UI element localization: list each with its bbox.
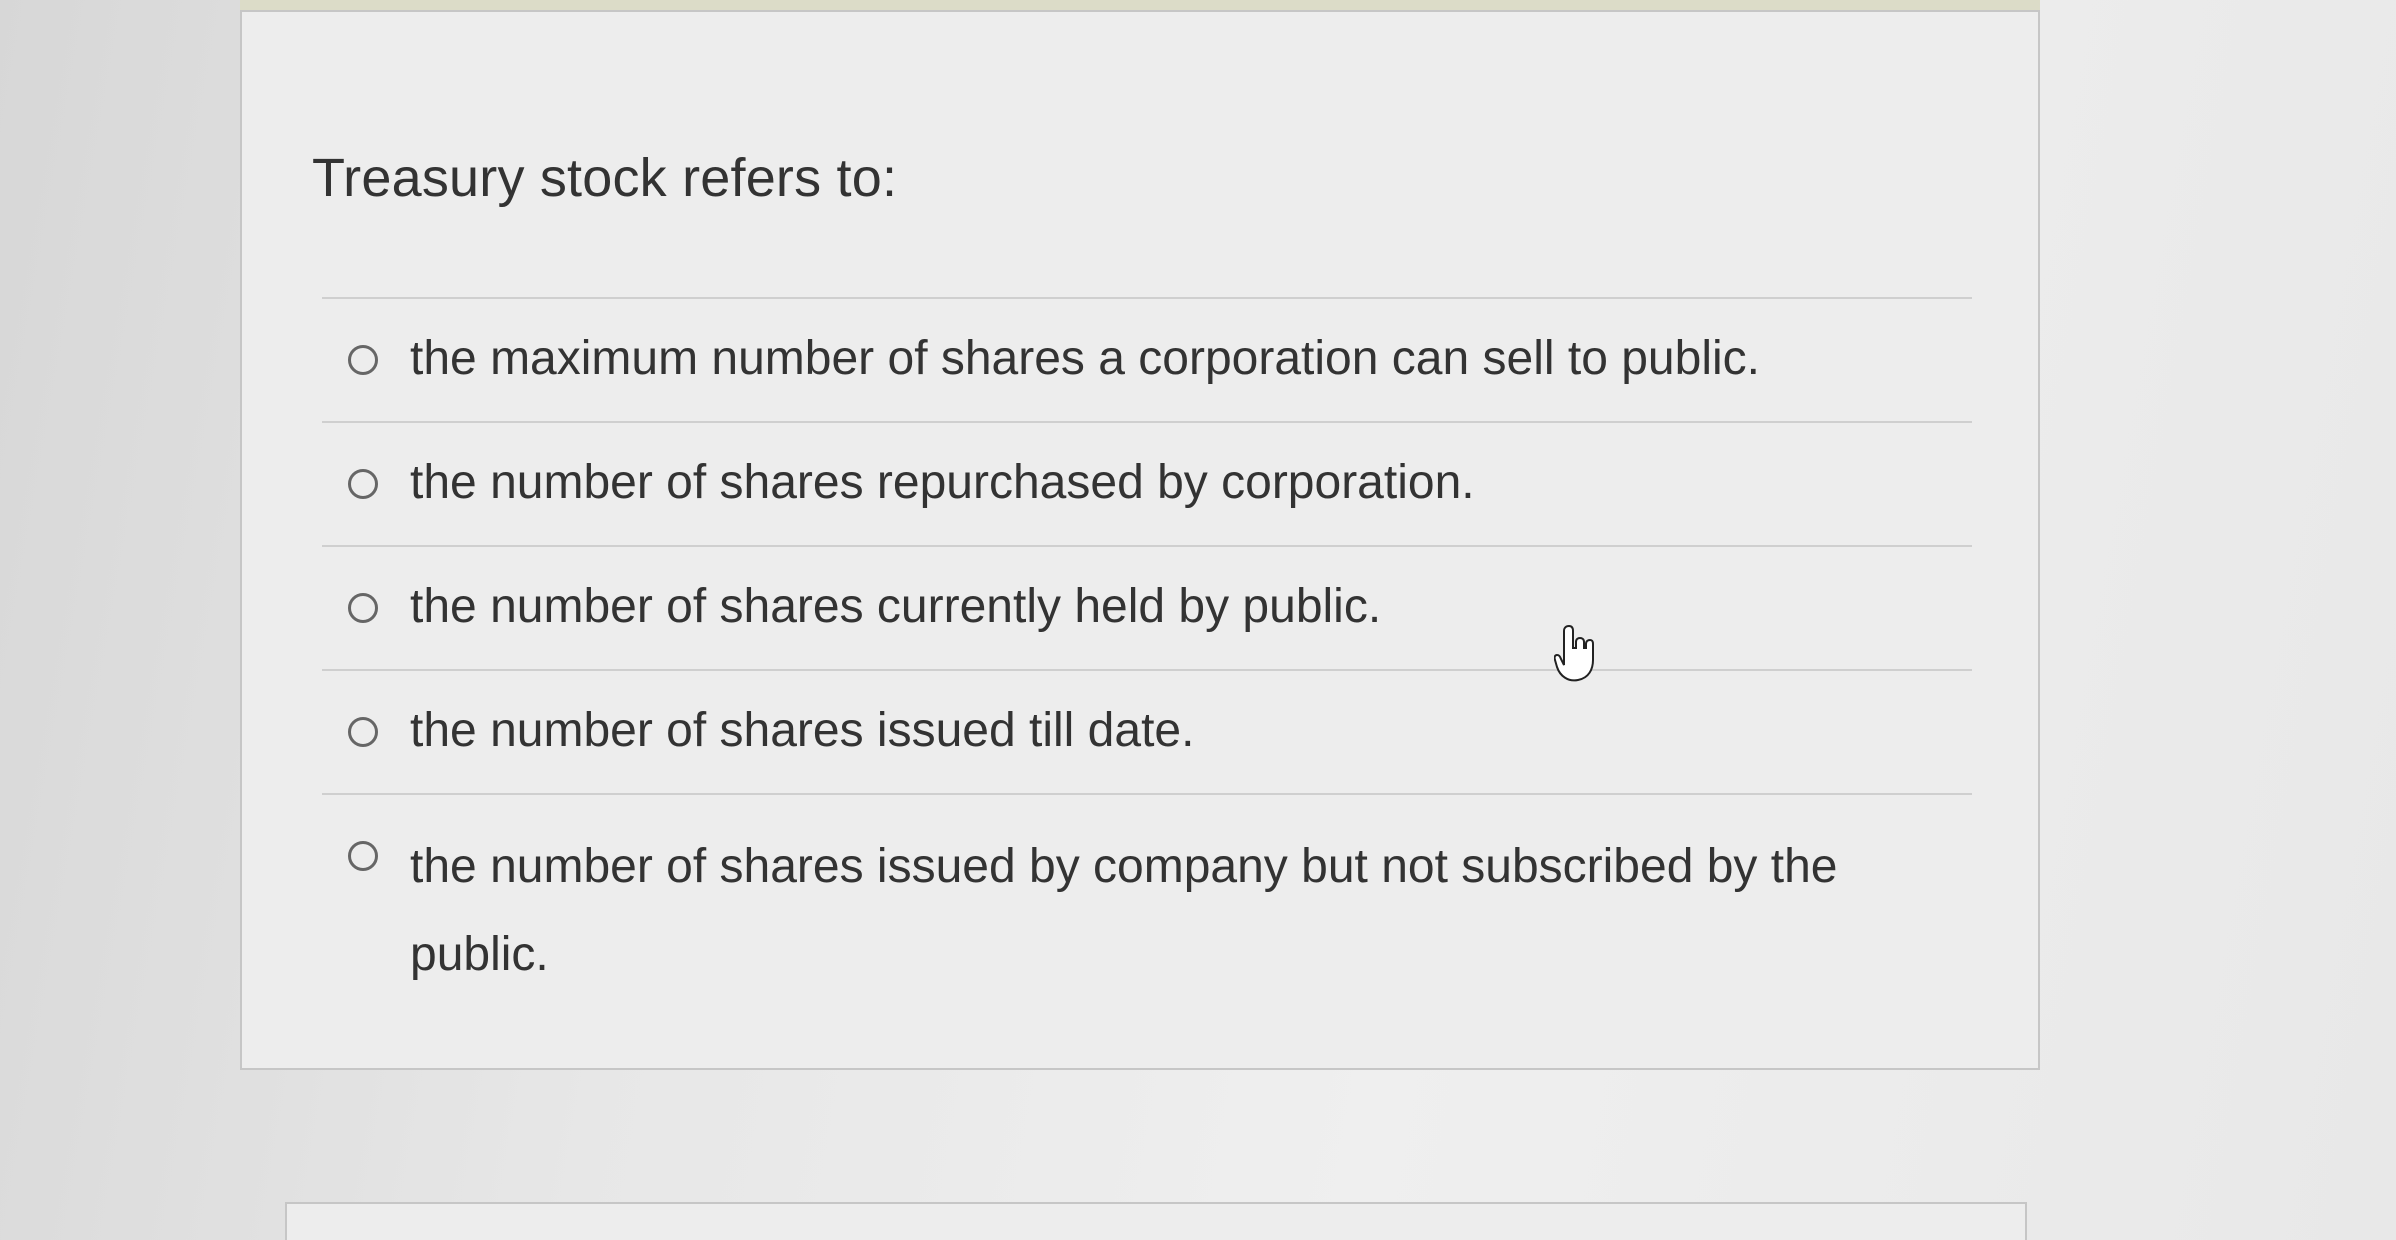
answer-list: the maximum number of shares a corporati…	[322, 297, 1972, 993]
question-prompt: Treasury stock refers to:	[312, 148, 898, 208]
answer-label: the number of shares issued by company b…	[410, 840, 1838, 981]
answer-option-5[interactable]: the number of shares issued by company b…	[322, 793, 1972, 993]
radio-button-icon[interactable]	[348, 717, 378, 747]
radio-button-icon[interactable]	[348, 469, 378, 499]
answer-label: the number of shares currently held by p…	[410, 580, 1382, 633]
radio-button-icon[interactable]	[348, 593, 378, 623]
radio-button-icon[interactable]	[348, 345, 378, 375]
answer-option-2[interactable]: the number of shares repurchased by corp…	[322, 421, 1972, 545]
next-question-card	[285, 1202, 2027, 1240]
answer-option-1[interactable]: the maximum number of shares a corporati…	[322, 297, 1972, 421]
radio-button-icon[interactable]	[348, 841, 378, 871]
question-card: Treasury stock refers to: the maximum nu…	[240, 10, 2040, 1070]
screen: Treasury stock refers to: the maximum nu…	[0, 0, 2396, 1240]
answer-label: the maximum number of shares a corporati…	[410, 332, 1760, 385]
answer-option-4[interactable]: the number of shares issued till date.	[322, 669, 1972, 793]
answer-label: the number of shares issued till date.	[410, 704, 1195, 757]
answer-option-3[interactable]: the number of shares currently held by p…	[322, 545, 1972, 669]
hand-pointer-icon	[1554, 624, 1594, 682]
answer-label: the number of shares repurchased by corp…	[410, 456, 1475, 509]
